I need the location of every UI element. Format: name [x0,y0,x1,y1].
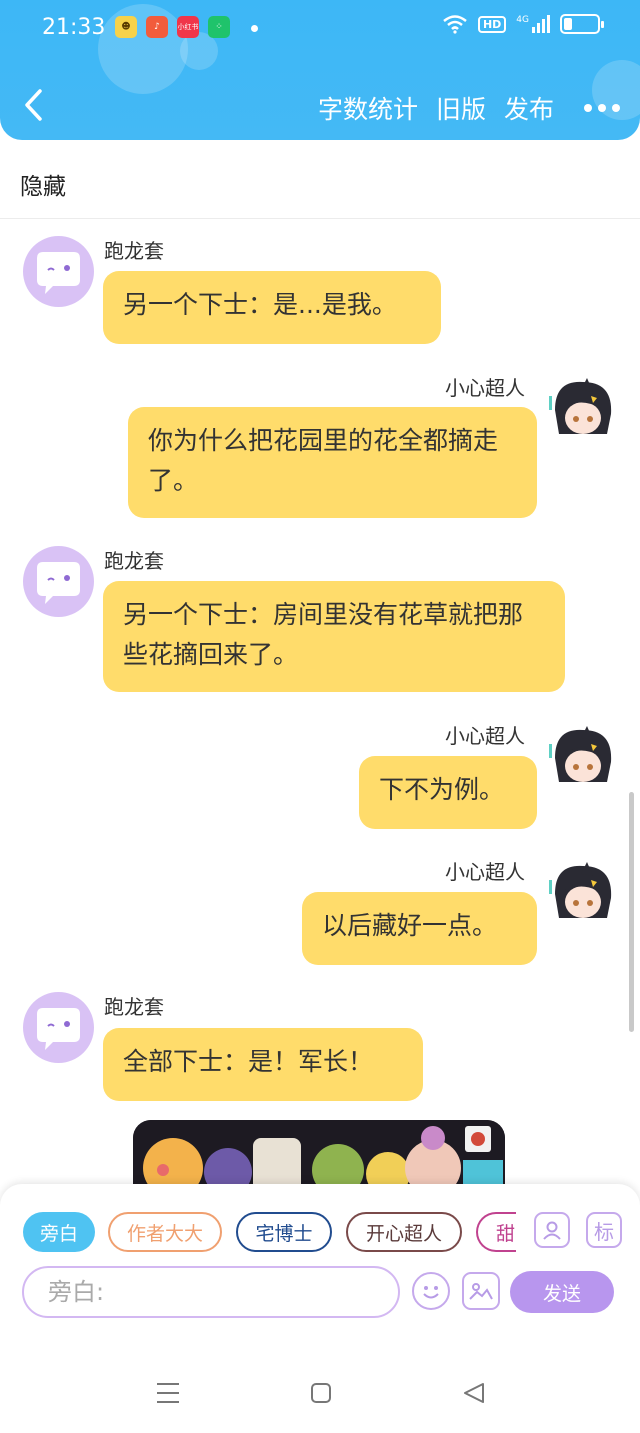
notification-app-icon: ☻ [115,16,137,38]
green-app-icon: ⁘ [208,16,230,38]
role-chip-narrator[interactable]: 旁白 [23,1212,95,1252]
message-bubble[interactable]: 另一个下士：房间里没有花草就把那些花摘回来了。 [103,581,565,692]
send-button[interactable]: 发送 [510,1271,614,1313]
sender-name: 跑龙套 [104,549,164,573]
role-chip-doctor[interactable]: 宅博士 [236,1212,332,1252]
sender-name: 跑龙套 [104,995,164,1019]
word-count-button[interactable]: 字数统计 [318,90,418,126]
message-bubble[interactable]: 另一个下士：是...是我。 [103,271,441,344]
character-avatar-icon [549,862,612,918]
hidden-section-bar[interactable]: 隐藏 [0,145,640,219]
cartoon-sticker-illustration [133,1120,505,1190]
publish-button[interactable]: 发布 [504,90,554,126]
header-actions: 字数统计 旧版 发布 [318,90,620,126]
old-version-button[interactable]: 旧版 [436,90,486,126]
back-arrow-icon[interactable] [22,88,46,122]
role-chip-happy-superman[interactable]: 开心超人 [346,1212,462,1252]
message-bubble[interactable]: 以后藏好一点。 [302,892,537,965]
person-icon [543,1221,561,1240]
message-bubble[interactable]: 你为什么把花园里的花全都摘走了。 [128,407,537,518]
sender-name: 小心超人 [445,376,525,400]
sender-name: 小心超人 [445,860,525,884]
chat-editor-screen: 21:33 ☻ ♪ 小红书 ⁘ HD 4G 字数统计 旧版 发布 隐藏 跑龙套 … [0,0,640,1433]
more-notifications-dot [251,25,258,32]
avatar[interactable] [23,546,94,617]
scrollbar[interactable] [629,792,634,1032]
music-app-icon: ♪ [146,16,168,38]
sticker-image[interactable] [133,1120,505,1190]
message-input[interactable]: 旁白: [22,1266,400,1318]
smiley-icon [423,1286,439,1299]
back-triangle-icon[interactable] [462,1382,486,1404]
home-square-icon[interactable] [310,1382,332,1404]
image-button[interactable] [462,1272,500,1310]
tag-button[interactable]: 标 [586,1212,622,1248]
sender-name: 小心超人 [445,724,525,748]
character-avatar-icon [549,378,612,434]
status-bar: 21:33 ☻ ♪ 小红书 ⁘ HD 4G [0,0,640,58]
message-bubble[interactable]: 全部下士：是！军长！ [103,1028,423,1101]
image-icon [469,1283,493,1300]
more-options-icon[interactable] [584,104,620,112]
signal-icon: 4G [516,15,550,33]
message-bubble[interactable]: 下不为例。 [359,756,537,829]
battery-icon [560,14,604,34]
xiaohongshu-app-icon: 小红书 [177,16,199,38]
character-manage-icon[interactable] [534,1212,570,1248]
network-gen-label: 4G [516,15,529,25]
chat-bubble-avatar-icon [37,252,80,294]
hd-icon: HD [477,15,507,33]
top-header: 21:33 ☻ ♪ 小红书 ⁘ HD 4G 字数统计 旧版 发布 [0,0,640,140]
avatar[interactable] [23,236,94,307]
chat-bubble-avatar-icon [37,1008,80,1050]
chat-bubble-avatar-icon [37,562,80,604]
status-time: 21:33 [42,15,106,40]
role-chip-author[interactable]: 作者大大 [108,1212,222,1252]
avatar[interactable] [547,858,619,930]
input-panel: 旁白 作者大大 宅博士 开心超人 甜 标 旁白: 发送 [0,1184,640,1320]
battery-level [564,18,572,30]
emoji-button[interactable] [412,1272,450,1310]
avatar[interactable] [23,992,94,1063]
menu-icon[interactable] [156,1382,180,1404]
role-chip-truncated[interactable]: 甜 [476,1212,516,1252]
hidden-label: 隐藏 [20,174,66,200]
avatar[interactable] [547,374,619,446]
system-icons: HD 4G [442,14,604,34]
wifi-icon [443,15,467,34]
avatar[interactable] [547,722,619,794]
character-avatar-icon [549,726,612,782]
system-navigation-bar [0,1320,640,1433]
sender-name: 跑龙套 [104,239,164,263]
